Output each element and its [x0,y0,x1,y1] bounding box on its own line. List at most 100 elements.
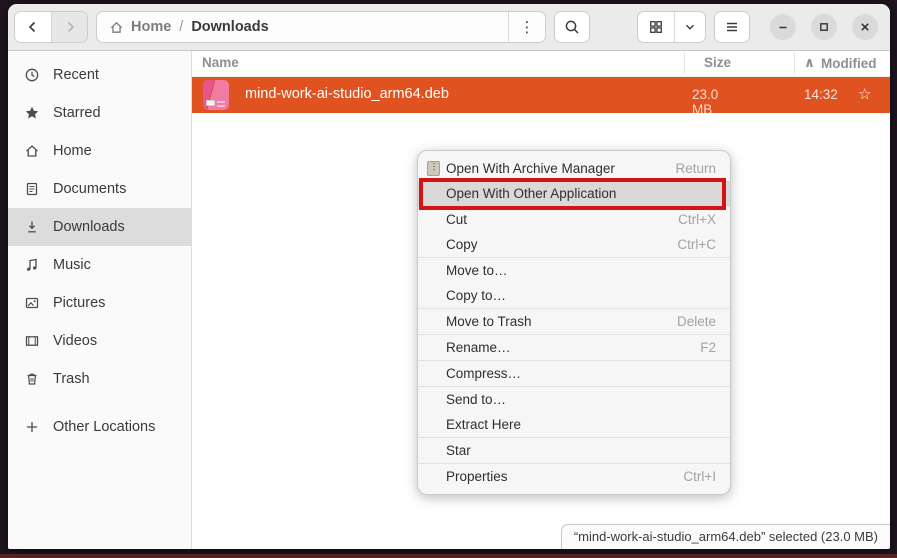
breadcrumb-current[interactable]: Downloads [191,19,268,35]
menu-item-star[interactable]: Star [418,438,730,463]
window-controls [770,14,878,40]
close-icon [858,20,872,34]
sidebar-item-label: Downloads [53,219,125,235]
path-options-button[interactable]: ⋮ [508,12,545,42]
menu-item-compress[interactable]: Compress… [418,361,730,386]
sidebar-item-home[interactable]: Home [8,132,191,170]
chevron-right-icon [62,19,78,35]
document-icon [23,181,40,197]
sidebar-item-documents[interactable]: Documents [8,170,191,208]
file-row-selected[interactable]: mind-work-ai-studio_arm64.deb 23.0 MB 14… [192,77,890,113]
film-icon [23,333,40,349]
menu-item-open-with-other-application[interactable]: Open With Other Application [418,181,730,206]
sidebar-item-other-locations[interactable]: Other Locations [8,408,191,446]
maximize-icon [817,20,831,34]
menu-item-shortcut: Return [675,161,716,176]
kebab-menu-icon: ⋮ [520,18,535,36]
plus-icon [23,419,40,435]
menu-item-shortcut: F2 [700,340,716,355]
grid-view-button[interactable] [638,12,674,42]
maximize-button[interactable] [811,14,837,40]
breadcrumb-home-label: Home [131,19,171,35]
menu-item-copy[interactable]: Copy Ctrl+C [418,232,730,257]
menu-item-shortcut: Delete [677,314,716,329]
sidebar-item-label: Starred [53,105,101,121]
selection-status-text: “mind-work-ai-studio_arm64.deb” selected… [574,529,878,544]
minimize-icon [776,20,790,34]
menu-item-label: Cut [446,212,467,227]
breadcrumb-home[interactable]: Home [109,19,171,35]
menu-item-label: Open With Archive Manager [446,161,615,176]
places-sidebar: Recent Starred Home Documents [8,51,192,549]
sidebar-item-downloads[interactable]: Downloads [8,208,191,246]
menu-item-shortcut: Ctrl+X [678,212,716,227]
minimize-button[interactable] [770,14,796,40]
menu-item-move-to[interactable]: Move to… [418,258,730,283]
music-note-icon [23,257,40,273]
desktop-edge [0,554,897,558]
app-menu-button[interactable] [714,11,750,43]
column-header-size[interactable]: Size [704,55,731,70]
menu-item-copy-to[interactable]: Copy to… [418,283,730,308]
sidebar-item-music[interactable]: Music [8,246,191,284]
sidebar-item-pictures[interactable]: Pictures [8,284,191,322]
menu-item-label: Compress… [446,366,521,381]
breadcrumb-separator: / [179,19,183,35]
file-size: 23.0 MB [692,87,739,117]
menu-item-label: Properties [446,469,508,484]
search-button[interactable] [554,11,590,43]
download-icon [23,219,40,235]
menu-item-label: Move to… [446,263,508,278]
path-bar: Home / Downloads ⋮ [96,11,546,43]
column-divider[interactable] [794,53,795,74]
view-options-button[interactable] [674,12,705,42]
context-menu: Open With Archive Manager Return Open Wi… [417,150,731,495]
clock-icon [23,67,40,83]
menu-item-move-to-trash[interactable]: Move to Trash Delete [418,309,730,334]
sidebar-item-label: Music [53,257,91,273]
history-nav-group [14,11,88,43]
sidebar-item-trash[interactable]: Trash [8,360,191,398]
menu-item-label: Star [446,443,471,458]
menu-item-label: Send to… [446,392,506,407]
menu-item-label: Copy [446,237,478,252]
back-button[interactable] [15,12,51,42]
sidebar-item-label: Documents [53,181,126,197]
deb-package-icon [203,80,229,110]
close-button[interactable] [852,14,878,40]
menu-item-shortcut: Ctrl+C [677,237,716,252]
menu-item-extract-here[interactable]: Extract Here [418,412,730,437]
column-header-modified-label: Modified [821,56,877,71]
menu-item-shortcut: Ctrl+I [683,469,716,484]
home-icon [109,20,124,35]
breadcrumb: Home / Downloads [97,19,508,35]
status-bar: “mind-work-ai-studio_arm64.deb” selected… [561,524,890,549]
sidebar-item-videos[interactable]: Videos [8,322,191,360]
file-manager-window: Home / Downloads ⋮ [8,4,890,549]
sidebar-item-label: Pictures [53,295,105,311]
search-icon [564,19,581,36]
headerbar: Home / Downloads ⋮ [8,4,890,51]
sidebar-item-label: Recent [53,67,99,83]
menu-item-label: Copy to… [446,288,506,303]
menu-item-open-with-archive-manager[interactable]: Open With Archive Manager Return [418,156,730,181]
menu-item-send-to[interactable]: Send to… [418,387,730,412]
menu-item-properties[interactable]: Properties Ctrl+I [418,464,730,489]
menu-item-cut[interactable]: Cut Ctrl+X [418,207,730,232]
sidebar-item-recent[interactable]: Recent [8,56,191,94]
sidebar-item-label: Other Locations [53,419,155,435]
star-outline-icon[interactable]: ☆ [858,85,871,103]
sidebar-item-label: Videos [53,333,97,349]
column-header-modified[interactable]: ∧ Modified [804,55,876,71]
sort-ascending-icon: ∧ [804,55,815,71]
archive-manager-icon [427,161,440,176]
file-modified-time: 14:32 [804,87,838,102]
column-divider[interactable] [684,53,685,74]
sidebar-item-starred[interactable]: Starred [8,94,191,132]
menu-item-label: Open With Other Application [446,186,616,201]
file-name: mind-work-ai-studio_arm64.deb [245,86,449,102]
column-header-name[interactable]: Name [202,55,239,70]
menu-item-rename[interactable]: Rename… F2 [418,335,730,360]
forward-button[interactable] [51,12,87,42]
menu-item-label: Move to Trash [446,314,532,329]
